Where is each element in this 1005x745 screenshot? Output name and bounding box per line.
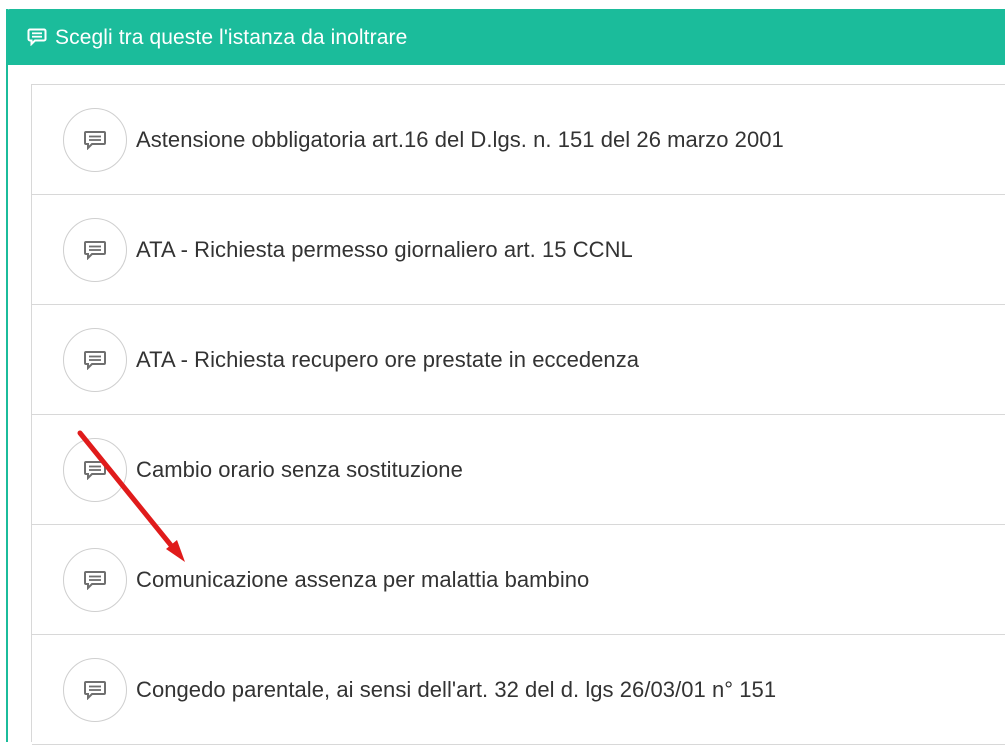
message-square-icon xyxy=(63,657,127,722)
list-item-label: Congedo parentale, ai sensi dell'art. 32… xyxy=(136,676,777,702)
instance-selection-panel: Scegli tra queste l'istanza da inoltrare… xyxy=(6,9,1005,745)
panel-header: Scegli tra queste l'istanza da inoltrare xyxy=(6,9,1005,65)
list-item-label: Cambio orario senza sostituzione xyxy=(136,456,463,482)
list-item-label: Astensione obbligatoria art.16 del D.lgs… xyxy=(136,126,784,152)
list-item[interactable]: ATA - Richiesta permesso giornaliero art… xyxy=(32,195,1005,305)
message-square-icon xyxy=(63,107,127,172)
message-square-icon xyxy=(63,217,127,282)
list-item-label: Comunicazione assenza per malattia bambi… xyxy=(136,566,590,592)
list-item[interactable]: Cambio orario senza sostituzione xyxy=(32,415,1005,525)
message-square-icon xyxy=(27,27,47,47)
message-square-icon xyxy=(63,547,127,612)
list-item-label: ATA - Richiesta permesso giornaliero art… xyxy=(136,236,633,262)
instance-list: Astensione obbligatoria art.16 del D.lgs… xyxy=(31,84,1005,745)
message-square-icon xyxy=(63,437,127,502)
list-item[interactable]: Congedo parentale, ai sensi dell'art. 32… xyxy=(32,635,1005,745)
list-item[interactable]: Comunicazione assenza per malattia bambi… xyxy=(32,525,1005,635)
panel-title: Scegli tra queste l'istanza da inoltrare xyxy=(55,25,408,49)
list-item-label: ATA - Richiesta recupero ore prestate in… xyxy=(136,346,640,372)
list-item[interactable]: Astensione obbligatoria art.16 del D.lgs… xyxy=(32,85,1005,195)
list-item[interactable]: ATA - Richiesta recupero ore prestate in… xyxy=(32,305,1005,415)
message-square-icon xyxy=(63,327,127,392)
